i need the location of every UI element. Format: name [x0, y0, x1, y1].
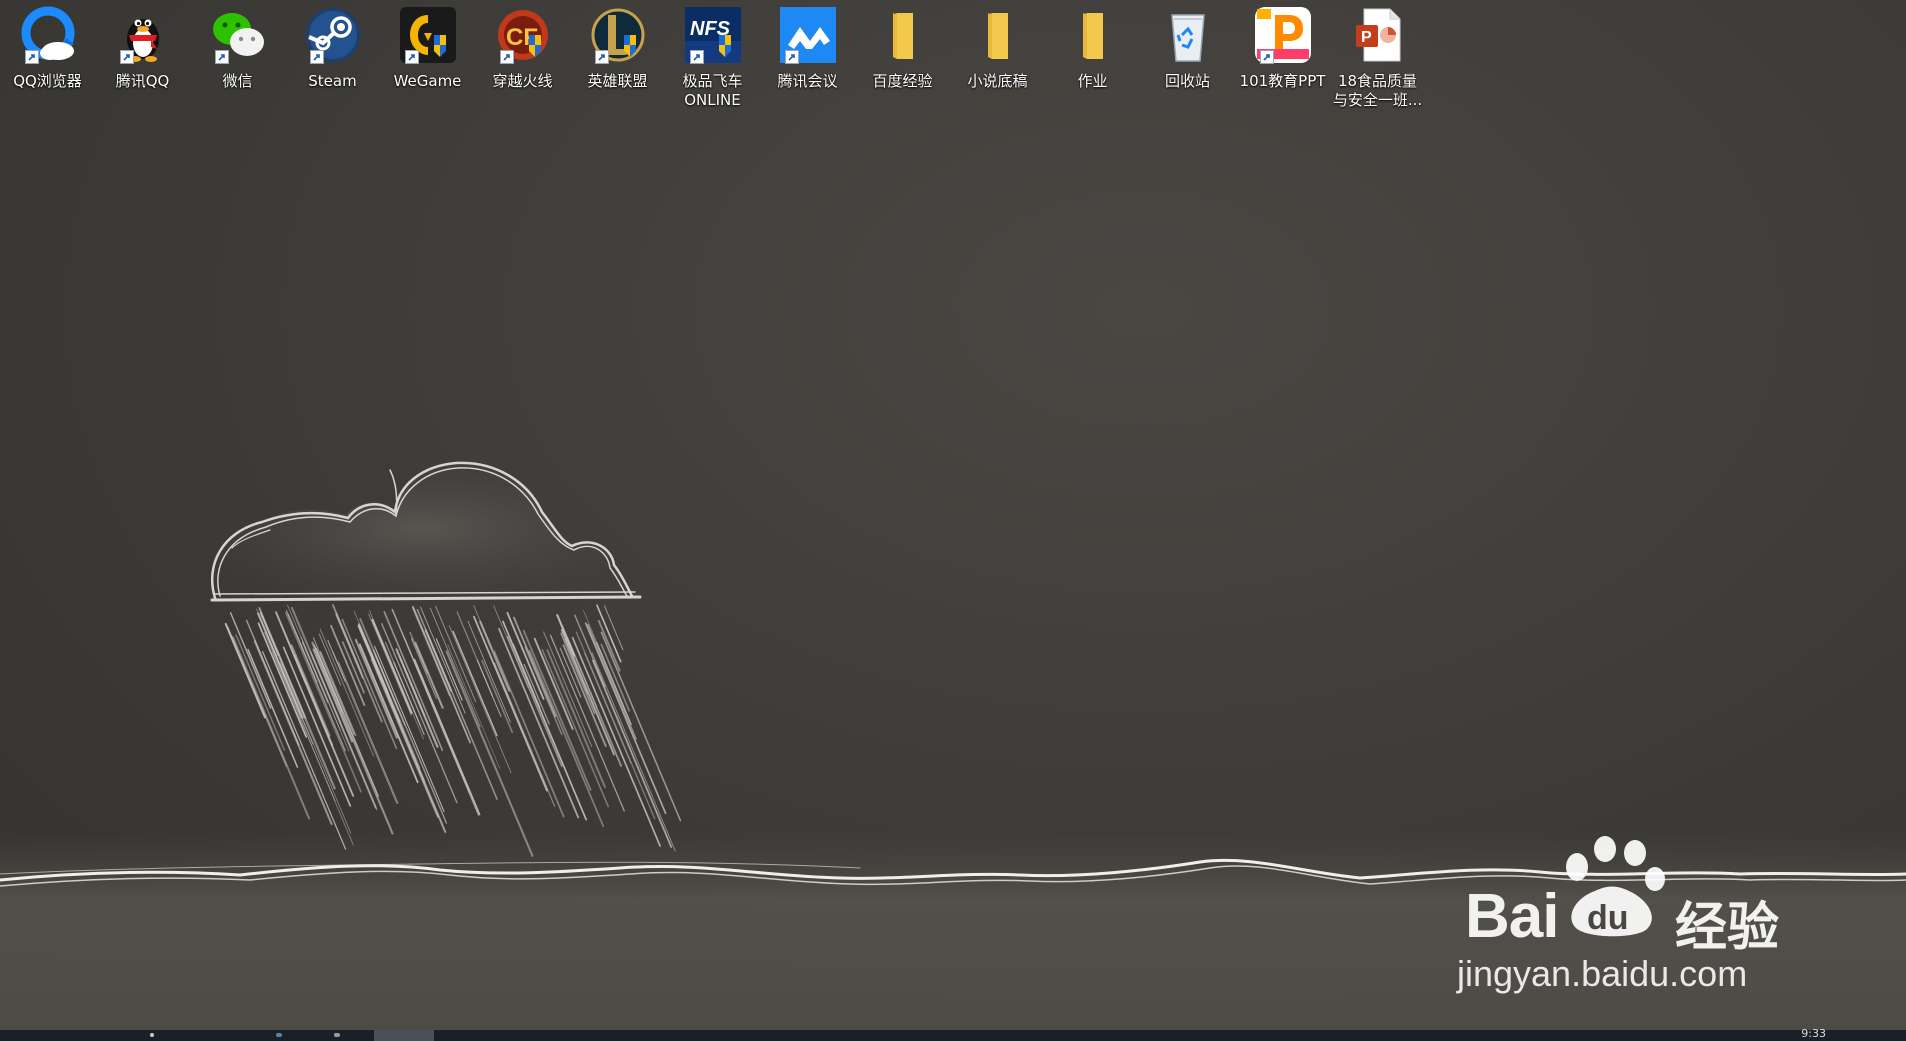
wechat-icon	[207, 4, 269, 66]
desktop[interactable]: QQ浏览器 腾讯QQ 微信 Steam WeGame CF 穿越火线 英雄联盟 …	[0, 0, 1906, 1030]
wegame-icon	[397, 4, 459, 66]
desktop-icon-tencent-meeting[interactable]: 腾讯会议	[760, 4, 855, 110]
desktop-icon-101-education-ppt[interactable]: 101教育PPT	[1235, 4, 1330, 110]
icon-label: 极品飞车 ONLINE	[682, 72, 743, 109]
desktop-icon-nfs-online[interactable]: NFS 极品飞车 ONLINE	[665, 4, 760, 110]
desktop-icon-folder-baidu-jingyan[interactable]: 百度经验	[855, 4, 950, 110]
svg-text:P: P	[1361, 29, 1372, 46]
desktop-icon-qq-browser[interactable]: QQ浏览器	[0, 4, 95, 110]
desktop-icon-recycle-bin[interactable]: 回收站	[1140, 4, 1235, 110]
rain-streak	[592, 659, 673, 848]
crossfire-icon: CF	[492, 4, 554, 66]
baidu-paw-icon: du	[1566, 836, 1665, 937]
desktop-icon-wegame[interactable]: WeGame	[380, 4, 475, 110]
rain-streak	[247, 648, 299, 768]
rain-streak	[435, 605, 477, 703]
shortcut-arrow-icon	[309, 50, 324, 64]
league-of-legends-icon	[587, 4, 649, 66]
shortcut-arrow-icon	[499, 50, 514, 64]
rain-streak	[445, 650, 534, 857]
rain-streak	[591, 652, 676, 852]
rain-streak	[274, 647, 336, 790]
folder-icon	[967, 4, 1029, 66]
desktop-icon-wechat[interactable]: 微信	[190, 4, 285, 110]
taskbar-active-app[interactable]	[374, 1030, 434, 1041]
desktop-icon-folder-homework[interactable]: 作业	[1045, 4, 1140, 110]
rain-streak	[224, 622, 266, 719]
icon-label: 小说底稿	[967, 72, 1028, 90]
watermark-brand-prefix: Bai	[1465, 882, 1559, 951]
icon-label: 回收站	[1164, 72, 1210, 90]
icon-label: Steam	[308, 72, 357, 90]
taskbar-item[interactable]	[334, 1033, 340, 1037]
icon-label: 101教育PPT	[1239, 72, 1326, 90]
icon-label: 微信	[222, 72, 253, 90]
rain-streak	[506, 611, 545, 700]
icon-label: QQ浏览器	[13, 72, 82, 90]
shortcut-arrow-icon	[689, 50, 704, 64]
tencent-meeting-icon	[777, 4, 839, 66]
icon-label: 英雄联盟	[587, 72, 648, 90]
rain-streak	[528, 649, 605, 827]
steam-icon	[302, 4, 364, 66]
taskbar-item[interactable]	[150, 1033, 154, 1037]
icon-label: WeGame	[393, 72, 462, 90]
rain-streak	[359, 628, 426, 782]
folder-icon	[1062, 4, 1124, 66]
desktop-icon-grid: QQ浏览器 腾讯QQ 微信 Steam WeGame CF 穿越火线 英雄联盟 …	[0, 4, 1425, 110]
shortcut-arrow-icon	[784, 50, 799, 64]
nfs-online-icon: NFS	[682, 4, 744, 66]
folder-icon	[872, 4, 934, 66]
icon-label: 腾讯会议	[777, 72, 838, 90]
icon-label: 百度经验	[872, 72, 933, 90]
powerpoint-file-icon: P	[1347, 4, 1409, 66]
desktop-icon-steam[interactable]: Steam	[285, 4, 380, 110]
icon-label: 腾讯QQ	[115, 72, 170, 90]
shortcut-arrow-icon	[119, 50, 134, 64]
icon-label: 18食品质量 与安全一班...	[1332, 72, 1423, 109]
tencent-qq-penguin-icon	[112, 4, 174, 66]
desktop-icon-crossfire[interactable]: CF 穿越火线	[475, 4, 570, 110]
taskbar-item[interactable]	[276, 1033, 282, 1037]
desktop-icon-powerpoint-file[interactable]: P 18食品质量 与安全一班...	[1330, 4, 1425, 110]
watermark-brand-text: Bai	[1465, 881, 1559, 952]
education-ppt-icon	[1252, 4, 1314, 66]
qq-browser-icon	[17, 4, 79, 66]
rain-streak	[310, 651, 378, 811]
rain-streak	[403, 636, 470, 793]
taskbar[interactable]: 9:33	[0, 1027, 1906, 1041]
rain-streak	[263, 631, 336, 802]
icon-label: 穿越火线	[492, 72, 553, 90]
desktop-icon-league-of-legends[interactable]: 英雄联盟	[570, 4, 665, 110]
recycle-bin-icon	[1157, 4, 1219, 66]
rain-streak	[600, 631, 682, 822]
desktop-icon-tencent-qq[interactable]: 腾讯QQ	[95, 4, 190, 110]
watermark-jingyan-text: 经验	[1675, 898, 1780, 958]
taskbar-clock[interactable]: 9:33	[1801, 1027, 1826, 1040]
shortcut-arrow-icon	[594, 50, 609, 64]
watermark-url: jingyan.baidu.com	[1457, 953, 1748, 994]
shortcut-arrow-icon	[24, 50, 39, 64]
desktop-icon-folder-novel-drafts[interactable]: 小说底稿	[950, 4, 1045, 110]
shortcut-arrow-icon	[214, 50, 229, 64]
rain-streak	[448, 625, 512, 774]
icon-label: 作业	[1077, 72, 1108, 90]
rain-streak	[498, 627, 580, 819]
rain-streak	[370, 658, 439, 818]
paw-du-text: du	[1587, 899, 1629, 937]
rain-streak	[358, 643, 419, 784]
baidu-jingyan-watermark: du Bai 经验 jingyan.baidu.com	[1455, 835, 1815, 1005]
rain-streak	[371, 618, 413, 714]
shortcut-arrow-icon	[404, 50, 419, 64]
rain-streak	[584, 622, 667, 815]
shortcut-arrow-icon	[1259, 50, 1274, 64]
